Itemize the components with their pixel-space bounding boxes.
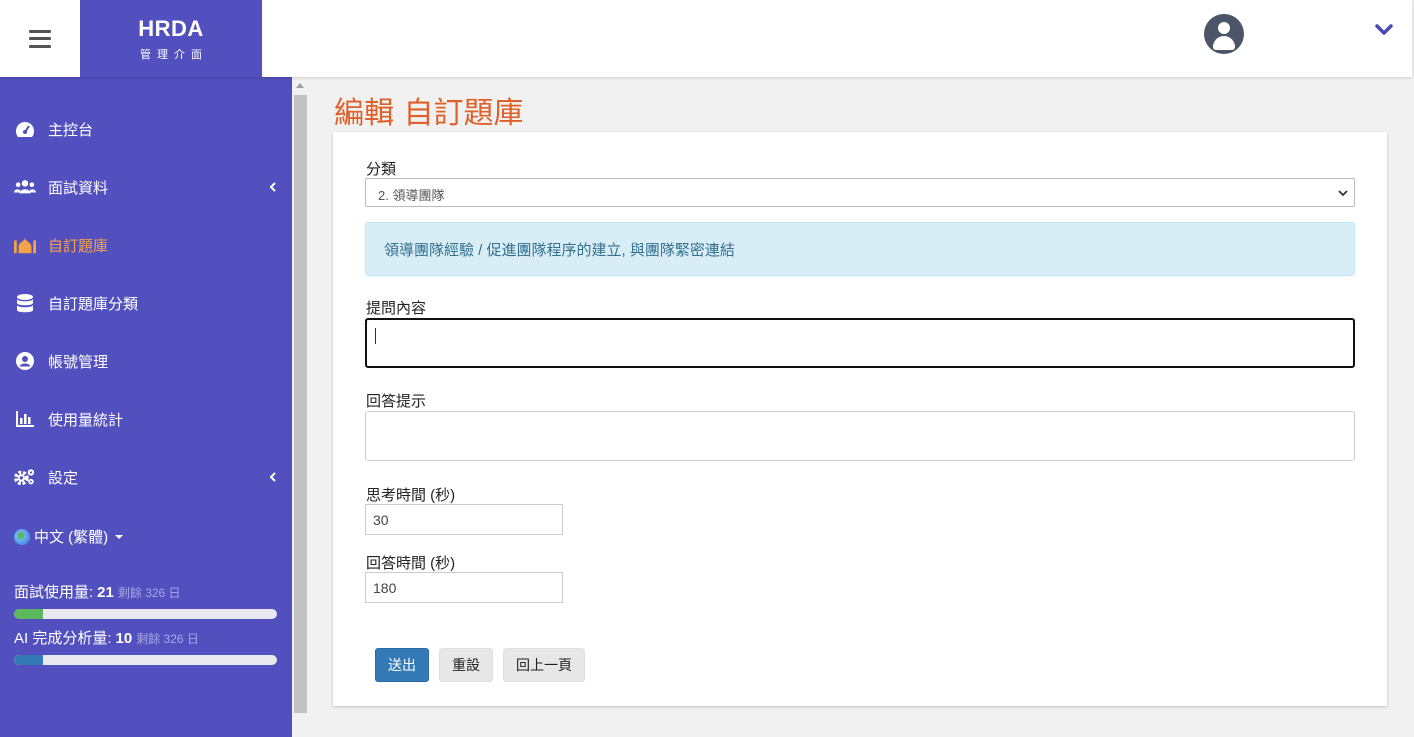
category-select[interactable]: 2. 領導團隊 — [365, 178, 1355, 207]
bar-chart-icon — [14, 408, 36, 430]
menu-toggle-button[interactable] — [0, 0, 80, 77]
tachometer-icon — [14, 118, 36, 140]
brand-name: HRDA — [138, 16, 204, 41]
edit-question-form: 分類 2. 領導團隊 領導團隊經驗 / 促進團隊程序的建立, 與團隊緊密連結 提… — [333, 132, 1387, 706]
sidebar-item-label: 自訂題庫 — [48, 237, 109, 255]
sidebar-item-label: 主控台 — [48, 121, 94, 139]
chevron-left-icon — [269, 472, 276, 482]
think-time-label: 思考時間 (秒) — [366, 487, 456, 504]
sidebar-item-label: 面試資料 — [48, 179, 109, 197]
ai-usage-label: AI 完成分析量: — [14, 630, 112, 647]
interview-usage-remaining: 剩餘 326 日 — [117, 586, 181, 600]
sidebar: 主控台 面試資料 自訂題庫 自訂題庫分類 帳號管理 使用量統計 設定 中文 (繁… — [0, 77, 292, 737]
interview-usage: 面試使用量: 21 剩餘 326 日 — [14, 581, 181, 602]
user-circle-icon — [14, 350, 36, 372]
category-info-alert: 領導團隊經驗 / 促進團隊程序的建立, 與團隊緊密連結 — [365, 222, 1355, 276]
ai-usage-count: 10 — [115, 630, 133, 647]
category-select-value: 2. 領導團隊 — [378, 188, 445, 203]
user-avatar-icon[interactable] — [1204, 14, 1244, 54]
chevron-left-icon — [269, 182, 276, 192]
sidebar-item-label: 自訂題庫分類 — [48, 295, 139, 313]
database-icon — [14, 292, 36, 314]
sidebar-item-question-categories[interactable]: 自訂題庫分類 — [0, 281, 292, 325]
mosque-icon — [14, 234, 36, 256]
brand-logo[interactable]: HRDA 管理介面 — [80, 0, 262, 77]
brand-subtitle: 管理介面 — [140, 49, 208, 61]
interview-usage-progress-bar — [14, 609, 277, 619]
sidebar-item-label: 設定 — [48, 469, 79, 487]
scrollbar-thumb[interactable] — [294, 95, 307, 713]
sidebar-item-usage-stats[interactable]: 使用量統計 — [0, 397, 292, 441]
hamburger-icon — [29, 29, 51, 48]
category-label: 分類 — [366, 161, 397, 178]
top-bar: HRDA 管理介面 — [0, 0, 1412, 77]
answer-time-input[interactable]: 180 — [365, 572, 563, 603]
interview-usage-label: 面試使用量: — [14, 584, 94, 601]
back-button[interactable]: 回上一頁 — [503, 648, 585, 682]
hint-textarea[interactable] — [365, 411, 1355, 461]
submit-button[interactable]: 送出 — [375, 648, 429, 682]
sidebar-item-label: 帳號管理 — [48, 353, 109, 371]
caret-down-icon — [115, 534, 124, 539]
question-textarea[interactable] — [365, 318, 1355, 368]
gears-icon — [14, 466, 36, 488]
question-label: 提問內容 — [366, 300, 427, 317]
ai-usage-progress-bar — [14, 655, 277, 665]
think-time-input[interactable]: 30 — [365, 504, 563, 535]
answer-time-label: 回答時間 (秒) — [366, 555, 456, 572]
page-title: 編輯 自訂題庫 — [334, 96, 524, 131]
sidebar-item-interviews[interactable]: 面試資料 — [0, 165, 292, 209]
chevron-down-icon[interactable] — [1374, 20, 1394, 40]
ai-usage-progress-fill — [14, 655, 43, 665]
chevron-down-icon — [1338, 190, 1348, 197]
sidebar-item-custom-questions[interactable]: 自訂題庫 — [0, 223, 292, 267]
language-label: 中文 (繁體) — [34, 529, 109, 546]
users-icon — [14, 176, 36, 198]
language-selector[interactable]: 中文 (繁體) — [14, 526, 124, 547]
sidebar-item-settings[interactable]: 設定 — [0, 455, 292, 499]
ai-usage: AI 完成分析量: 10 剩餘 326 日 — [14, 627, 199, 648]
globe-icon — [14, 528, 30, 545]
reset-button[interactable]: 重設 — [439, 648, 493, 682]
scroll-up-arrow-icon[interactable] — [296, 83, 304, 88]
sidebar-item-accounts[interactable]: 帳號管理 — [0, 339, 292, 383]
interview-usage-count: 21 — [97, 584, 114, 601]
hint-label: 回答提示 — [366, 393, 427, 410]
ai-usage-remaining: 剩餘 326 日 — [136, 632, 199, 646]
sidebar-item-dashboard[interactable]: 主控台 — [0, 107, 292, 151]
sidebar-item-label: 使用量統計 — [48, 411, 124, 429]
interview-usage-progress-fill — [14, 609, 43, 619]
text-cursor — [375, 328, 376, 344]
